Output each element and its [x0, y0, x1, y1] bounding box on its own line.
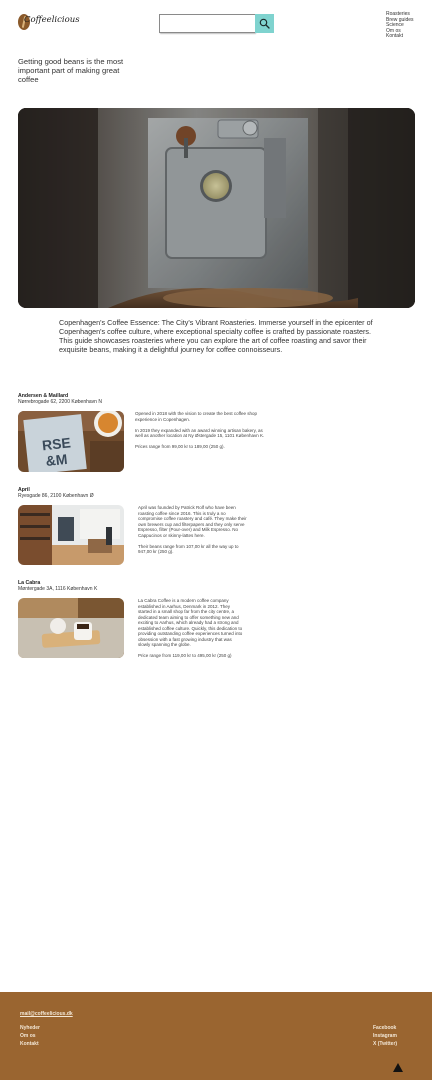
footer-nav: Nyheder Om os Kontakt — [20, 1024, 40, 1048]
roastery-card: Andersen & Maillard Nørrebrogade 62, 220… — [18, 393, 102, 405]
svg-text:&M: &M — [45, 451, 68, 469]
roastery-address: Nørrebrogade 62, 2200 København N — [18, 399, 102, 405]
footer-email-link[interactable]: mail@coffeelicious.dk — [20, 1011, 73, 1017]
description-paragraph: April was founded by Patrick Rolf who ha… — [138, 505, 247, 538]
description-paragraph: Opened in 2018 with the vision to create… — [135, 411, 257, 422]
svg-text:RSE: RSE — [41, 434, 71, 453]
nav-item-kontakt[interactable]: Kontakt — [386, 34, 414, 40]
footer-link-facebook[interactable]: Facebook — [373, 1024, 397, 1032]
scroll-to-top-icon[interactable] — [393, 1063, 403, 1072]
footer-social: Facebook Instagram X (Twitter) — [373, 1024, 397, 1048]
search-input[interactable] — [159, 14, 255, 33]
search-icon — [259, 18, 270, 29]
footer: mail@coffeelicious.dk Nyheder Om os Kont… — [0, 992, 432, 1080]
intro-text: Copenhagen's Coffee Essence: The City's … — [59, 318, 373, 354]
footer-link-kontakt[interactable]: Kontakt — [20, 1040, 40, 1048]
description-paragraph: Prices range from 99,00 kr to 189,00 (25… — [135, 444, 225, 449]
description-paragraph: La Cabra Coffee is a modern coffee compa… — [138, 598, 243, 647]
roastery-description: La Cabra Coffee is a modern coffee compa… — [138, 598, 244, 664]
roastery-description: Opened in 2018 with the vision to create… — [135, 411, 269, 455]
roastery-address: Ryesgade 86, 2100 København Ø — [18, 493, 94, 499]
hero-image — [18, 108, 415, 308]
description-paragraph: Their beans range from 107,00 kr all the… — [138, 543, 239, 555]
footer-link-x-twitter[interactable]: X (Twitter) — [373, 1040, 397, 1048]
roastery-address: Møntergade 3A, 1116 København K — [18, 586, 98, 592]
logo-text: Coffeelicious — [24, 15, 80, 25]
roastery-photo: RSE &M — [18, 411, 124, 472]
roastery-card: La Cabra Møntergade 3A, 1116 København K — [18, 580, 97, 592]
logo[interactable]: Coffeelicious — [18, 12, 80, 34]
search-button[interactable] — [255, 14, 274, 33]
footer-link-om-os[interactable]: Om os — [20, 1032, 40, 1040]
roastery-card: April Ryesgade 86, 2100 København Ø — [18, 487, 94, 499]
tagline: Getting good beans is the most important… — [18, 57, 124, 84]
roastery-description: April was founded by Patrick Rolf who ha… — [138, 505, 248, 560]
description-paragraph: Price range from 119,00 kr to 495,00 kr … — [138, 653, 232, 658]
roastery-photo — [18, 598, 124, 658]
footer-link-nyheder[interactable]: Nyheder — [20, 1024, 40, 1032]
roastery-photo — [18, 505, 124, 565]
description-paragraph: In 2019 they expanded with an award winn… — [135, 427, 265, 439]
main-nav: Roasteries Brew guides Science Om os Kon… — [386, 11, 414, 40]
footer-link-instagram[interactable]: Instagram — [373, 1032, 397, 1040]
search-bar — [159, 14, 274, 33]
